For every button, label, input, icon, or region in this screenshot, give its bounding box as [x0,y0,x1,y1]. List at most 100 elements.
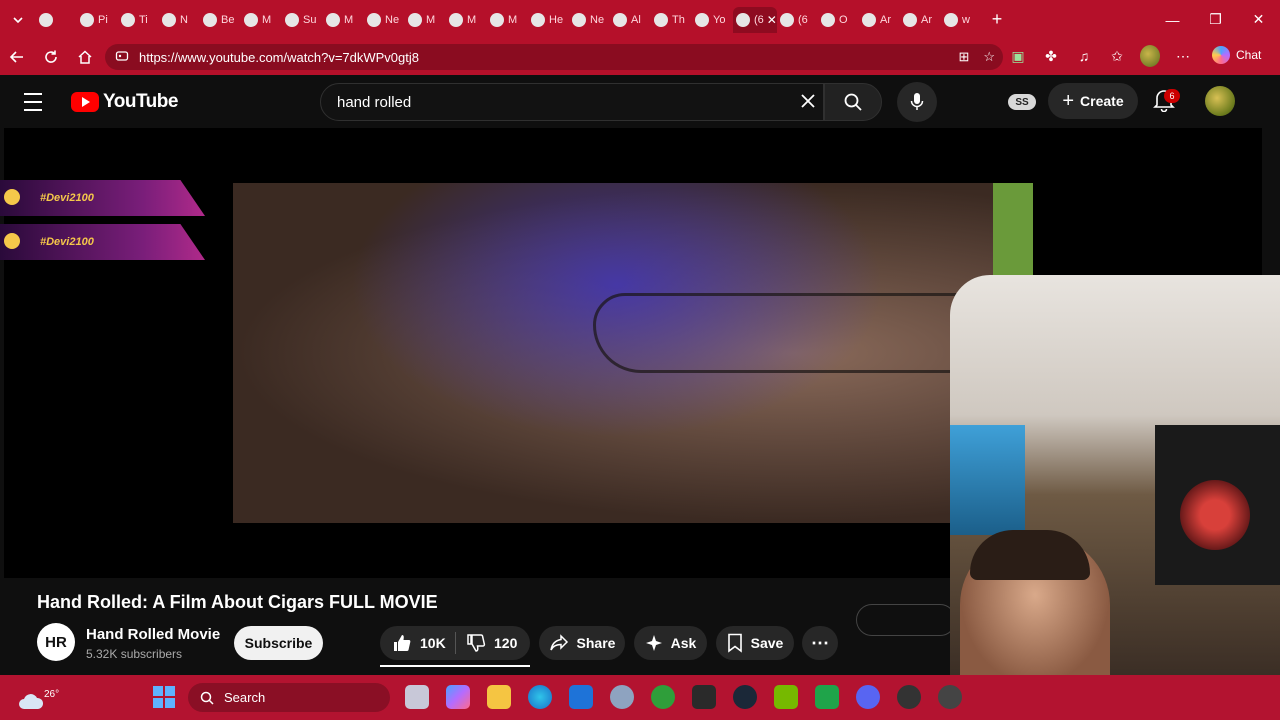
browser-tab-label: Ar [921,13,932,26]
steam-icon[interactable] [733,685,757,709]
guide-menu-icon[interactable] [24,90,50,114]
clear-search-button[interactable] [794,86,822,116]
search-input[interactable]: hand rolled [320,83,824,121]
microphone-icon [910,93,924,110]
browser-tab[interactable]: Ti [118,7,159,33]
app-available-icon[interactable]: ⊞ [958,49,969,65]
dislike-button[interactable]: 120 [456,633,517,653]
home-button[interactable] [68,39,102,75]
browser-tab-label: M [426,13,436,26]
more-actions-button[interactable]: ⋯ [802,626,838,660]
start-button[interactable] [153,686,175,708]
back-button[interactable] [0,39,34,75]
browser-tab[interactable]: O [818,7,859,33]
browser-tab[interactable]: Pi [77,7,118,33]
settings-icon[interactable] [610,685,634,709]
discord-icon[interactable] [856,685,880,709]
search-button[interactable] [824,83,882,121]
taskbar-search[interactable]: Search [188,683,390,712]
browser-tab[interactable]: Be [200,7,241,33]
extension-toolbar: ▣ ✤ ♫ ✩ ⋯ [1008,45,1193,67]
account-avatar[interactable] [1205,86,1235,116]
maximize-button[interactable]: ❐ [1194,0,1237,39]
close-window-button[interactable]: ✕ [1237,0,1280,39]
chip-placeholder[interactable] [856,604,956,636]
site-favicon-icon [203,12,217,27]
file-explorer-icon[interactable] [487,685,511,709]
ask-button[interactable]: Ask [634,626,707,660]
channel-name[interactable]: Hand Rolled Movie [86,626,220,643]
browser-tab-label: w [962,13,970,26]
new-tab-button[interactable]: + [982,9,1012,30]
epic-games-icon[interactable] [692,685,716,709]
browser-tab[interactable]: N [159,7,200,33]
nvidia-icon[interactable] [774,685,798,709]
xbox-icon[interactable] [651,685,675,709]
address-bar[interactable]: https://www.youtube.com/watch?v=7dkWPv0g… [105,44,1003,70]
browser-tab-label: Be [221,13,235,26]
browser-tab[interactable]: He [528,7,569,33]
create-button[interactable]: + Create [1048,83,1138,119]
reload-button[interactable] [34,39,68,75]
game-launcher-icon[interactable] [815,685,839,709]
youtube-logo[interactable]: YouTube [71,91,178,113]
save-label: Save [750,635,784,651]
copilot-taskbar-icon[interactable] [446,685,470,709]
extension-ss-badge[interactable]: SS [1008,94,1036,110]
browser-tab[interactable]: (6 ✕ [733,6,777,33]
copilot-chat-button[interactable]: Chat [1212,46,1261,64]
browser-tab[interactable]: M [241,7,282,33]
browser-tab[interactable]: M [487,7,528,33]
gauge-app-icon[interactable] [938,685,962,709]
stream-overlay-tag: #Devi2100 [0,180,205,216]
close-tab-icon[interactable]: ✕ [767,13,777,27]
app-icon [39,12,53,27]
obs-icon[interactable] [897,685,921,709]
browser-tab[interactable] [36,7,77,33]
taskbar-search-label: Search [224,690,266,705]
search-icon [844,93,862,111]
weather-widget[interactable]: 26° [14,681,59,711]
extensions-puzzle-icon[interactable]: ✤ [1041,45,1061,67]
browser-tab[interactable]: M [405,7,446,33]
favorites-icon[interactable]: ✩ [1107,45,1127,67]
browser-tab[interactable]: Al [610,7,651,33]
browser-tab[interactable]: Ne [569,7,610,33]
profile-avatar[interactable] [1140,45,1160,67]
edge-browser-icon[interactable] [528,685,552,709]
arrow-left-icon [9,51,23,63]
subscribe-button[interactable]: Subscribe [234,626,323,660]
share-button[interactable]: Share [539,626,625,660]
save-button[interactable]: Save [716,626,794,660]
badge-icon [4,189,20,205]
browser-tab[interactable]: M [323,7,364,33]
channel-avatar[interactable]: HR [37,623,75,661]
browser-tab[interactable]: Th [651,7,692,33]
site-info-icon[interactable] [115,49,129,66]
favorite-star-icon[interactable]: ☆ [983,49,995,65]
browser-tab-label: Ti [139,13,148,26]
browser-tab[interactable]: Ar [900,7,941,33]
browser-tab[interactable]: M [446,7,487,33]
site-favicon-icon [408,12,422,27]
extension-icon[interactable]: ▣ [1008,45,1028,67]
browser-tab[interactable]: (6 [777,7,818,33]
tab-actions-menu-button[interactable] [0,0,36,39]
browser-tab[interactable]: Yo [692,7,733,33]
like-button[interactable]: 10K [380,632,456,654]
browser-tab[interactable]: Ne [364,7,405,33]
overlay-tag-text: #Devi2100 [40,192,94,204]
video-frame[interactable] [233,183,1033,523]
browser-tab[interactable]: Su [282,7,323,33]
browser-tab-label: N [180,13,188,26]
browser-tab[interactable]: Ar [859,7,900,33]
task-view-icon[interactable] [405,685,429,709]
more-options-icon[interactable]: ⋯ [1173,45,1193,67]
share-icon [549,634,568,651]
outlook-icon[interactable] [569,685,593,709]
browser-tab[interactable]: w [941,7,982,33]
media-control-icon[interactable]: ♫ [1074,45,1094,67]
minimize-button[interactable]: — [1151,0,1194,39]
voice-search-button[interactable] [897,82,937,122]
browser-tab-label: O [839,13,848,26]
